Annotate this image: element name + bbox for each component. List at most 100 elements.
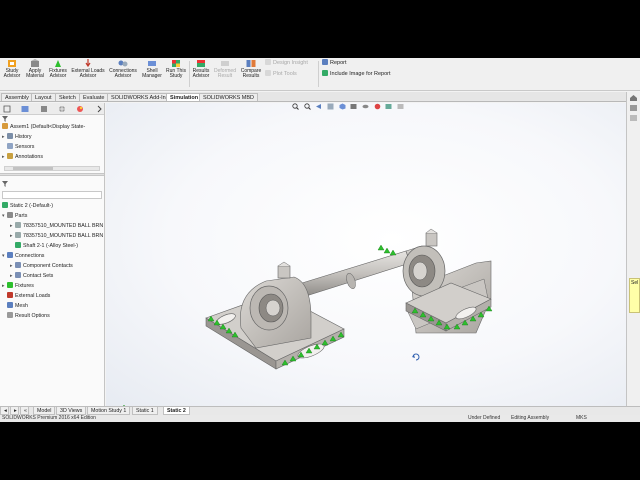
tree-item-contact-sets[interactable]: ▸ Contact Sets (10, 272, 53, 281)
tab-solidworks-add-ins[interactable]: SOLIDWORKS Add-Ins (107, 93, 173, 101)
pillow-block-assembly-model[interactable] (106, 103, 626, 406)
fixture-marker (383, 247, 391, 254)
home-icon[interactable] (629, 94, 638, 102)
chevron-right-icon[interactable] (95, 105, 103, 113)
feature-manager-panel: Assem1 (Default<Display State- ▸ History … (0, 103, 105, 406)
tab-layout[interactable]: Layout (31, 93, 56, 101)
tree-filter-input[interactable] (2, 191, 102, 199)
tree-item-fixtures[interactable]: ▸ Fixtures (2, 282, 34, 291)
study-root[interactable]: Static 2 (-Default-) (2, 202, 53, 211)
static-study-icon (2, 202, 8, 208)
fixtures-icon (7, 282, 13, 288)
tree-item-part[interactable]: ▸ 78357510_MOUNTED BALL BRN (10, 232, 103, 241)
study-advisor-icon (8, 60, 16, 67)
rotate-cursor-icon (412, 353, 420, 361)
tree-root-assembly[interactable]: Assem1 (Default<Display State- (2, 123, 85, 132)
tree-item-history[interactable]: ▸ History (2, 133, 31, 142)
tab-evaluate[interactable]: Evaluate (79, 93, 109, 101)
right-bearing-housing[interactable] (402, 228, 492, 334)
tab-assembly[interactable]: Assembly (1, 93, 33, 101)
results-advisor-button[interactable]: Results Advisor (190, 59, 212, 89)
resources-icon[interactable] (629, 104, 638, 112)
deformed-result-button[interactable]: Deformed Result (213, 59, 237, 89)
design-library-icon[interactable] (629, 114, 638, 122)
connections-advisor-button[interactable]: Connections Advisor (107, 59, 139, 89)
connections-icon (7, 252, 13, 258)
design-insight-button[interactable]: Design Insight (265, 59, 308, 66)
contact-sets-icon (15, 272, 21, 278)
feature-manager-tab-icon[interactable] (21, 105, 29, 113)
tab-simulation[interactable]: Simulation (166, 93, 203, 101)
run-study-icon (172, 60, 180, 67)
ribbon-separator (318, 61, 319, 87)
part-icon (15, 232, 21, 238)
tree-item-component-contacts[interactable]: ▸ Component Contacts (10, 262, 73, 271)
scroll-left-icon[interactable]: ◂ (0, 407, 9, 415)
panel-splitter[interactable] (0, 173, 104, 176)
tree-item-annotations[interactable]: ▸ Annotations (2, 153, 43, 162)
study-advisor-button[interactable]: Study Advisor (2, 59, 22, 89)
tab-sketch[interactable]: Sketch (55, 93, 80, 101)
run-this-study-button[interactable]: Run This Study (165, 59, 187, 89)
tree-item-parts[interactable]: ▾ Parts (2, 212, 27, 221)
apply-material-button[interactable]: Apply Material (24, 59, 46, 89)
appearance-tab-icon[interactable] (76, 105, 84, 113)
tab-static-1[interactable]: Static 1 (132, 407, 158, 415)
plot-tools-button[interactable]: Plot Tools (265, 70, 297, 77)
panel-toggle-icon[interactable] (3, 105, 11, 113)
unit-system[interactable]: MKS (576, 415, 587, 422)
task-pane-strip (626, 92, 640, 422)
solidworks-window: Study Advisor Apply Material Fixtures Ad… (0, 58, 640, 422)
panel-toolbar (0, 103, 104, 115)
tree-item-part[interactable]: ▸ 78357510_MOUNTED BALL BRN (10, 222, 103, 231)
letterbox-top (0, 0, 640, 58)
fixture-marker (389, 249, 397, 256)
external-loads-icon (7, 292, 13, 298)
result-options-icon (7, 312, 13, 318)
annotations-icon (7, 153, 13, 159)
fixtures-advisor-icon (55, 60, 61, 67)
tab-model[interactable]: Model (33, 407, 56, 415)
tree-item-sensors[interactable]: Sensors (2, 143, 34, 152)
tree-horizontal-scrollbar[interactable] (4, 166, 100, 171)
compare-results-button[interactable]: Compare Results (239, 59, 263, 89)
bottom-tabs: ◂ ▸ « Model 3D Views Motion Study 1 Stat… (0, 406, 640, 415)
product-version: SOLIDWORKS Premium 2016 x64 Edition (2, 415, 96, 421)
fixture-marker (377, 244, 385, 251)
scroll-right-icon[interactable]: ▸ (10, 407, 19, 415)
simulation-ribbon: Study Advisor Apply Material Fixtures Ad… (0, 58, 640, 91)
mesh-icon (7, 302, 13, 308)
definition-status: Under Defined (468, 415, 501, 421)
part-icon (15, 222, 21, 228)
tree-item-result-options[interactable]: Result Options (2, 312, 50, 321)
tab-static-2[interactable]: Static 2 (163, 407, 190, 415)
fixtures-advisor-button[interactable]: Fixtures Advisor (47, 59, 69, 89)
filter-icon[interactable] (2, 181, 8, 190)
part-icon (15, 242, 21, 248)
tab-solidworks-mbd[interactable]: SOLIDWORKS MBD (199, 93, 259, 101)
plot-tools-icon (265, 70, 271, 76)
assembly-icon (2, 123, 8, 129)
letterbox-bottom (0, 422, 640, 480)
tree-item-part[interactable]: Shaft 2-1 (-Alloy Steel-) (10, 242, 78, 251)
include-image-button[interactable]: Include Image for Report (322, 70, 391, 77)
component-contacts-icon (15, 262, 21, 268)
tree-item-external-loads[interactable]: External Loads (2, 292, 50, 301)
command-manager-tabs: Assembly Layout Sketch Evaluate SOLIDWOR… (0, 92, 640, 102)
graphics-viewport[interactable] (106, 103, 626, 406)
tree-item-connections[interactable]: ▾ Connections (2, 252, 44, 261)
scrollbar-thumb[interactable] (13, 167, 53, 170)
parts-icon (7, 212, 13, 218)
report-button[interactable]: Report (322, 59, 347, 66)
design-insight-icon (265, 59, 271, 65)
compare-results-icon (246, 60, 256, 67)
history-icon (7, 133, 13, 139)
scroll-first-icon[interactable]: « (20, 407, 29, 415)
shell-manager-button[interactable]: Shell Manager (141, 59, 163, 89)
tab-motion-study-1[interactable]: Motion Study 1 (87, 407, 131, 415)
external-loads-advisor-button[interactable]: External Loads Advisor (70, 59, 106, 89)
property-manager-tab-icon[interactable] (40, 105, 48, 113)
tab-3d-views[interactable]: 3D Views (56, 407, 87, 415)
tree-item-mesh[interactable]: Mesh (2, 302, 28, 311)
configuration-manager-tab-icon[interactable] (58, 105, 66, 113)
